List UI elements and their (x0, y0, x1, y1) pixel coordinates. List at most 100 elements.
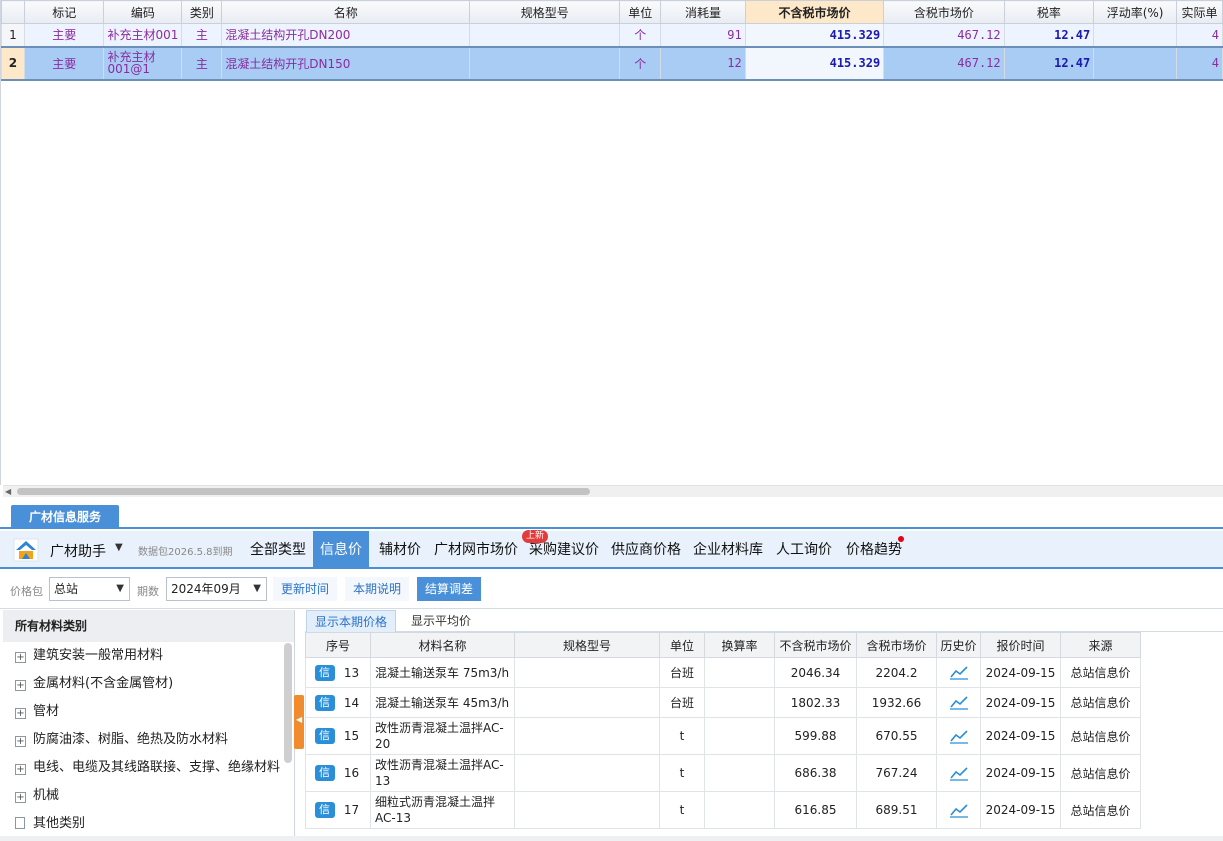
unit-cell[interactable]: 个 (619, 45, 662, 81)
tab-enterprise-library[interactable]: 企业材料库 (688, 531, 768, 567)
tab-supplier-price[interactable]: 供应商价格 (606, 531, 686, 567)
price-ex-tax-cell[interactable]: 599.88 (774, 717, 857, 755)
table-row-selected[interactable]: 2 主要 补充主材 001@1 主 混凝土结构开孔DN150 个 12 415.3… (1, 45, 1223, 81)
tab-info-price[interactable]: 信息价 (313, 531, 369, 567)
rate-cell[interactable] (704, 657, 775, 688)
material-name-cell[interactable]: 细粒式沥青混凝土温拌AC-13 (370, 791, 515, 829)
price-ex-tax-cell[interactable]: 616.85 (774, 791, 857, 829)
settlement-adjust-button[interactable]: 结算调差 (417, 577, 482, 601)
info-badge[interactable]: 信 (314, 802, 335, 818)
category-item[interactable]: + 机械 (3, 782, 294, 810)
list-header-history[interactable]: 历史价 (936, 632, 981, 658)
list-header-date[interactable]: 报价时间 (980, 632, 1061, 658)
history-cell[interactable] (936, 717, 981, 755)
price-ex-tax-cell[interactable]: 2046.34 (774, 657, 857, 688)
spec-cell[interactable] (514, 687, 660, 718)
grid-header-index[interactable] (1, 0, 25, 24)
unit-cell[interactable]: 个 (619, 23, 662, 47)
info-badge[interactable]: 信 (314, 765, 335, 781)
history-cell[interactable] (936, 657, 981, 688)
list-item[interactable]: 信 17 细粒式沥青混凝土温拌AC-13 t 616.85 689.51 2024… (305, 791, 1141, 829)
tab-all-types[interactable]: 全部类型 (245, 531, 311, 567)
category-item[interactable]: + 建筑安装一般常用材料 (3, 642, 294, 670)
rate-cell[interactable] (704, 754, 775, 792)
material-name-cell[interactable]: 改性沥青混凝土温拌AC-13 (370, 754, 515, 792)
spec-cell[interactable] (469, 23, 621, 47)
date-cell[interactable]: 2024-09-15 (980, 687, 1061, 718)
grid-header-price-ex-tax[interactable]: 不含税市场价 (744, 0, 885, 24)
code-cell[interactable]: 补充主材 001@1 (103, 45, 183, 81)
expand-icon[interactable]: + (15, 652, 26, 663)
rate-cell[interactable] (704, 717, 775, 755)
history-cell[interactable] (936, 754, 981, 792)
spec-cell[interactable] (514, 657, 660, 688)
tab-auxiliary-price[interactable]: 辅材价 (374, 531, 426, 567)
tab-price-trend[interactable]: 价格趋势 (841, 531, 907, 567)
row-index[interactable]: 1 (1, 23, 25, 47)
unit-cell[interactable]: 台班 (659, 657, 705, 688)
spec-cell[interactable] (514, 717, 660, 755)
grid-header-mark[interactable]: 标记 (23, 0, 105, 24)
source-cell[interactable]: 总站信息价 (1060, 754, 1141, 792)
price-inc-tax-cell[interactable]: 467.12 (883, 23, 1005, 47)
price-ex-tax-cell[interactable]: 415.329 (744, 23, 885, 47)
brand-name[interactable]: 广材助手 (50, 541, 106, 561)
source-cell[interactable]: 总站信息价 (1060, 717, 1141, 755)
chevron-down-icon[interactable]: ▼ (115, 542, 123, 553)
trend-chart-icon[interactable] (949, 766, 969, 781)
seq-cell[interactable]: 信 15 (305, 717, 371, 755)
qty-cell[interactable]: 91 (660, 23, 746, 47)
price-ex-tax-cell[interactable]: 686.38 (774, 754, 857, 792)
grid-header-price-inc-tax[interactable]: 含税市场价 (883, 0, 1005, 24)
category-item[interactable]: + 金属材料(不含金属管材) (3, 670, 294, 698)
grid-header-category[interactable]: 类别 (181, 0, 223, 24)
category-scrollbar[interactable] (284, 643, 292, 763)
tab-market-price[interactable]: 广材网市场价 (429, 531, 523, 567)
source-cell[interactable]: 总站信息价 (1060, 657, 1141, 688)
seq-cell[interactable]: 信 16 (305, 754, 371, 792)
update-time-button[interactable]: 更新时间 (273, 577, 338, 601)
price-ex-tax-cell[interactable]: 415.329 (744, 45, 885, 81)
price-inc-tax-cell[interactable]: 1932.66 (856, 687, 937, 718)
list-header-price-inc-tax[interactable]: 含税市场价 (856, 632, 937, 658)
category-item[interactable]: 其他类别 (3, 810, 294, 838)
tab-average-price[interactable]: 显示平均价 (403, 610, 479, 632)
horizontal-scrollbar[interactable]: ◀ (3, 485, 1223, 497)
history-cell[interactable] (936, 791, 981, 829)
spec-cell[interactable] (514, 791, 660, 829)
date-cell[interactable]: 2024-09-15 (980, 791, 1061, 829)
trend-chart-icon[interactable] (949, 665, 969, 680)
seq-cell[interactable]: 信 13 (305, 657, 371, 688)
trend-chart-icon[interactable] (949, 695, 969, 710)
float-rate-cell[interactable] (1093, 23, 1177, 47)
trend-chart-icon[interactable] (949, 729, 969, 744)
tax-rate-cell[interactable]: 12.47 (1003, 45, 1095, 81)
info-badge[interactable]: 信 (314, 694, 335, 711)
info-badge[interactable]: 信 (314, 728, 335, 744)
actual-cell[interactable]: 4 (1175, 45, 1223, 81)
price-inc-tax-cell[interactable]: 689.51 (856, 791, 937, 829)
expand-icon[interactable]: + (15, 680, 26, 691)
list-header-price-ex-tax[interactable]: 不含税市场价 (774, 632, 857, 658)
unit-cell[interactable]: t (659, 754, 705, 792)
list-item[interactable]: 信 15 改性沥青混凝土温拌AC-20 t 599.88 670.55 2024-… (305, 717, 1141, 755)
scrollbar-thumb[interactable] (17, 488, 590, 495)
info-badge[interactable]: 信 (314, 664, 335, 681)
tab-current-period-price[interactable]: 显示本期价格 (306, 610, 397, 632)
list-item[interactable]: 信 16 改性沥青混凝土温拌AC-13 t 686.38 767.24 2024-… (305, 754, 1141, 792)
period-select[interactable]: 2024年09月 ▼ (166, 577, 267, 601)
material-name-cell[interactable]: 改性沥青混凝土温拌AC-20 (370, 717, 515, 755)
collapse-panel-handle[interactable]: ◀ (294, 695, 304, 749)
list-header-rate[interactable]: 换算率 (704, 632, 775, 658)
rate-cell[interactable] (704, 791, 775, 829)
material-name-cell[interactable]: 混凝土输送泵车 45m3/h (370, 687, 515, 718)
list-item[interactable]: 信 13 混凝土输送泵车 75m3/h 台班 2046.34 2204.2 202… (305, 657, 1141, 688)
seq-cell[interactable]: 信 17 (305, 791, 371, 829)
grid-header-name[interactable]: 名称 (221, 0, 471, 24)
category-item[interactable]: + 电线、电缆及其线路联接、支撑、绝缘材料 (3, 754, 294, 782)
list-header-name[interactable]: 材料名称 (370, 632, 515, 658)
spec-cell[interactable] (514, 754, 660, 792)
history-cell[interactable] (936, 687, 981, 718)
list-header-spec[interactable]: 规格型号 (514, 632, 660, 658)
grid-header-actual[interactable]: 实际单 (1175, 0, 1223, 24)
